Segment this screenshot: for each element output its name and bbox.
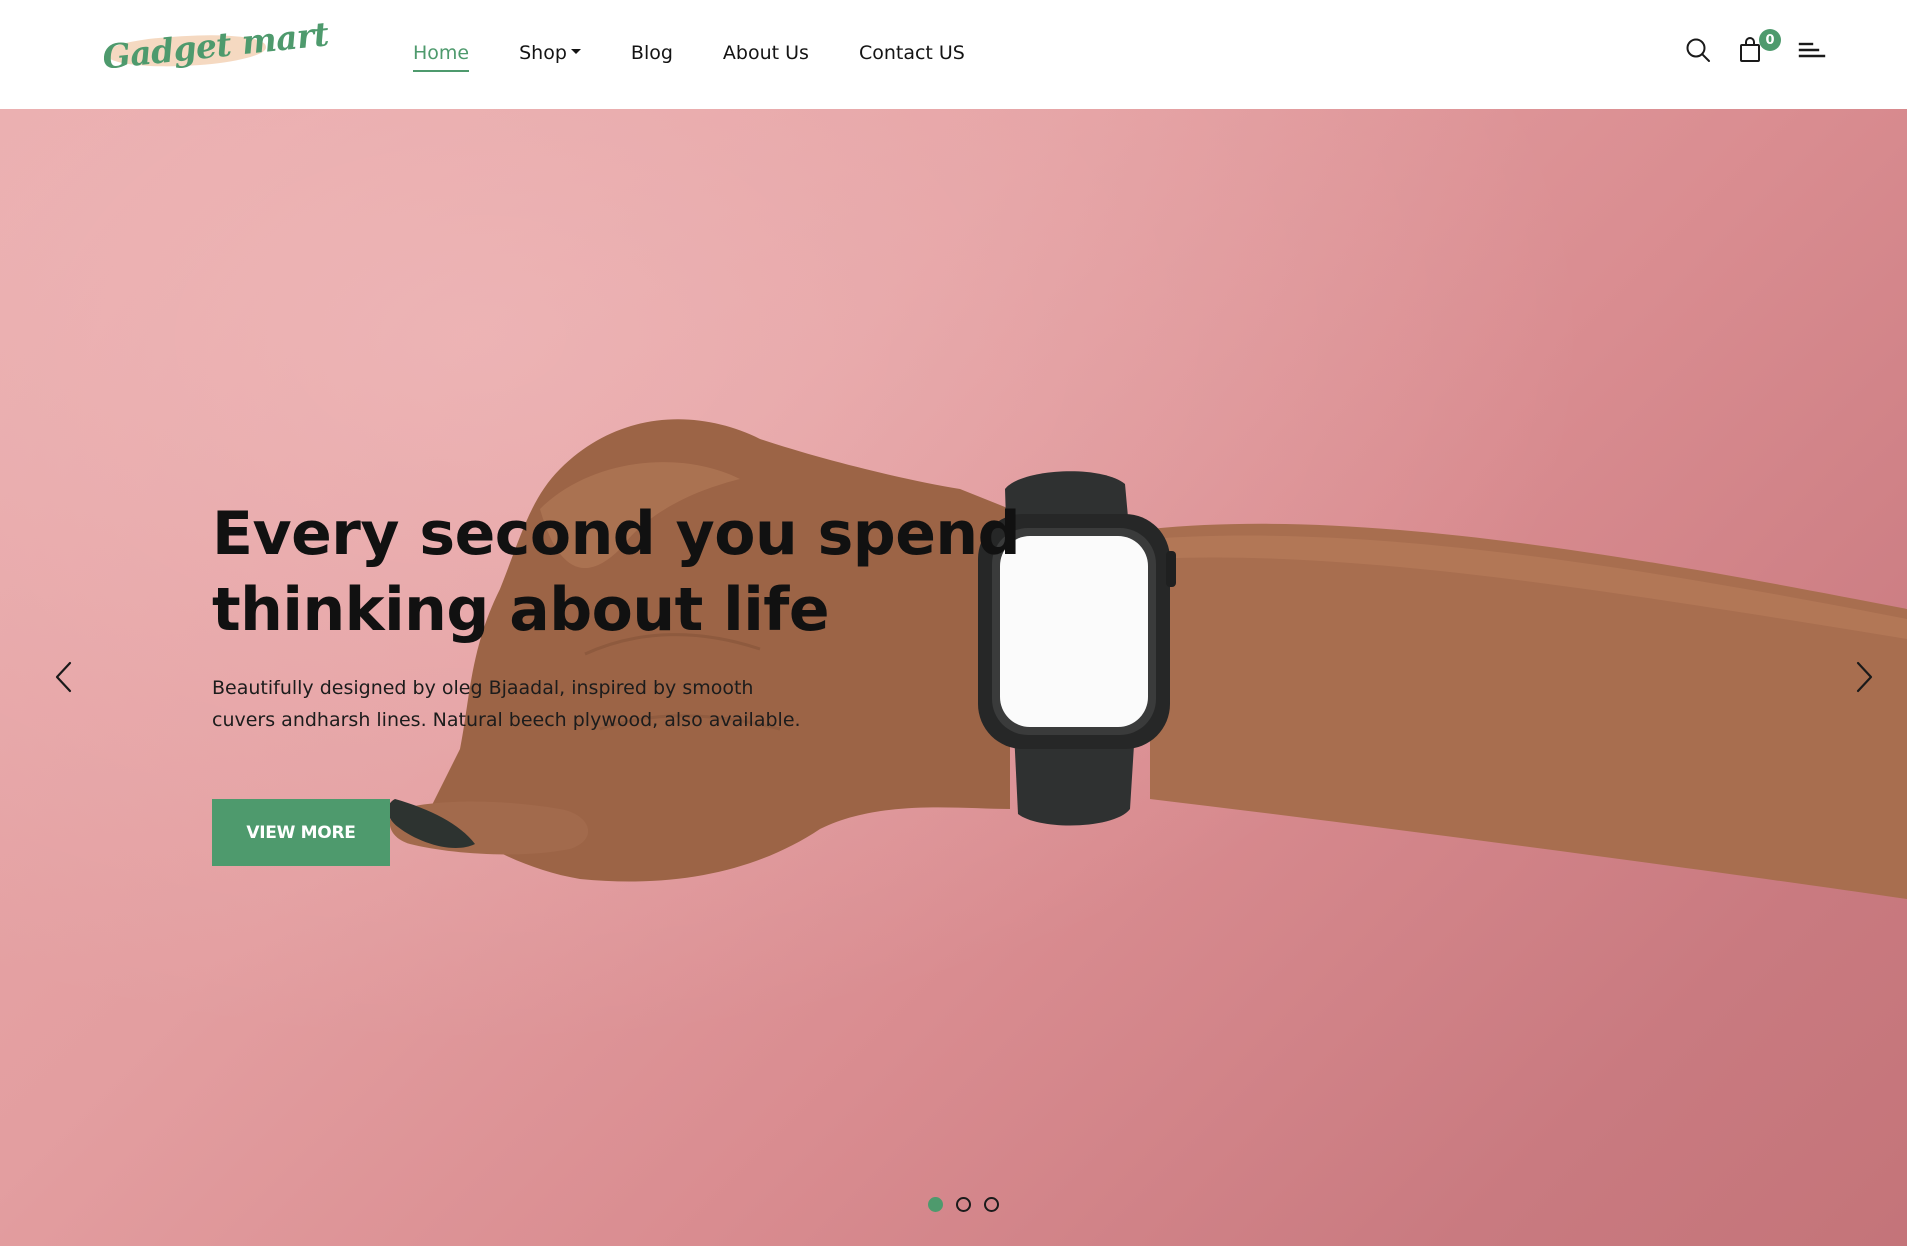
nav-item-about-us[interactable]: About Us: [723, 42, 809, 64]
slider-pagination: [928, 1197, 1012, 1212]
slider-dot-2[interactable]: [956, 1197, 971, 1212]
nav-item-blog[interactable]: Blog: [631, 42, 673, 64]
nav-item-shop[interactable]: Shop: [519, 42, 581, 64]
main-nav: Home Shop Blog About Us Contact US: [413, 38, 1015, 72]
hero-title: Every second you spend thinking about li…: [212, 496, 1212, 648]
caret-down-icon: [570, 49, 581, 54]
hero-description-line-1: Beautifully designed by oleg Bjaadal, in…: [212, 677, 754, 699]
site-header: Gadget mart Home Shop Blog About Us Cont…: [0, 0, 1907, 109]
hero-description: Beautifully designed by oleg Bjaadal, in…: [212, 672, 912, 736]
view-more-button[interactable]: VIEW MORE: [212, 799, 390, 866]
chevron-left-icon[interactable]: [46, 657, 82, 697]
hero-title-line-1: Every second you spend: [212, 499, 1021, 569]
menu-icon[interactable]: [1797, 35, 1827, 65]
shopping-bag-icon[interactable]: 0: [1735, 29, 1781, 65]
header-actions: 0: [1665, 29, 1827, 68]
brand-logo[interactable]: Gadget mart: [96, 14, 331, 82]
chevron-right-icon[interactable]: [1846, 657, 1882, 697]
hero-description-line-2: cuvers andharsh lines. Natural beech ply…: [212, 709, 801, 731]
cart-count-badge: 0: [1759, 29, 1781, 51]
slider-dot-3[interactable]: [984, 1197, 999, 1212]
search-icon[interactable]: [1683, 35, 1713, 65]
slider-dot-1[interactable]: [928, 1197, 943, 1212]
nav-item-contact-us[interactable]: Contact US: [859, 42, 965, 64]
logo-text: Gadget mart: [100, 14, 331, 77]
hero-title-line-2: thinking about life: [212, 575, 830, 645]
nav-item-home[interactable]: Home: [413, 42, 470, 72]
hero-slider: Every second you spend thinking about li…: [0, 109, 1907, 1246]
nav-item-shop-label: Shop: [519, 42, 567, 64]
